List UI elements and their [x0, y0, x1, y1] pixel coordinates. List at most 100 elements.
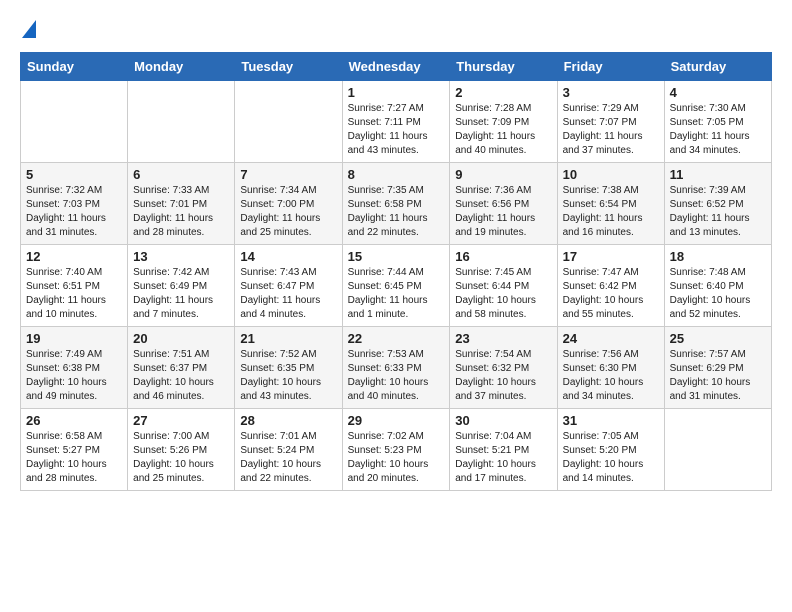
day-number: 22: [348, 331, 445, 346]
week-row-4: 26 Sunrise: 6:58 AM Sunset: 5:27 PM Dayli…: [21, 409, 772, 491]
day-info: Sunrise: 7:48 AM Sunset: 6:40 PM Dayligh…: [670, 266, 766, 322]
weekday-header-tuesday: Tuesday: [235, 53, 342, 81]
day-info: Sunrise: 7:00 AM Sunset: 5:26 PM Dayligh…: [133, 430, 229, 486]
day-number: 16: [455, 249, 551, 264]
day-cell: 11 Sunrise: 7:39 AM Sunset: 6:52 PM Dayli…: [664, 163, 771, 245]
day-info: Sunrise: 7:05 AM Sunset: 5:20 PM Dayligh…: [563, 430, 659, 486]
day-cell: 6Sunrise: 7:33 AM Sunset: 7:01 PM Daylig…: [128, 163, 235, 245]
day-number: 24: [563, 331, 659, 346]
day-cell: 22 Sunrise: 7:53 AM Sunset: 6:33 PM Dayli…: [342, 327, 450, 409]
day-info: Sunrise: 7:39 AM Sunset: 6:52 PM Dayligh…: [670, 184, 766, 240]
day-number: 13: [133, 249, 229, 264]
day-cell: 4 Sunrise: 7:30 AM Sunset: 7:05 PM Daylig…: [664, 81, 771, 163]
day-number: 2: [455, 85, 551, 100]
day-cell: 19Sunrise: 7:49 AM Sunset: 6:38 PM Dayli…: [21, 327, 128, 409]
day-cell: 10 Sunrise: 7:38 AM Sunset: 6:54 PM Dayli…: [557, 163, 664, 245]
day-cell: 28Sunrise: 7:01 AM Sunset: 5:24 PM Dayli…: [235, 409, 342, 491]
day-cell: [21, 81, 128, 163]
day-number: 11: [670, 167, 766, 182]
day-cell: 2Sunrise: 7:28 AM Sunset: 7:09 PM Daylig…: [450, 81, 557, 163]
day-number: 26: [26, 413, 122, 428]
day-info: Sunrise: 7:40 AM Sunset: 6:51 PM Dayligh…: [26, 266, 122, 322]
weekday-header-saturday: Saturday: [664, 53, 771, 81]
day-info: Sunrise: 7:51 AM Sunset: 6:37 PM Dayligh…: [133, 348, 229, 404]
weekday-header-thursday: Thursday: [450, 53, 557, 81]
day-number: 3: [563, 85, 659, 100]
week-row-2: 12 Sunrise: 7:40 AM Sunset: 6:51 PM Dayli…: [21, 245, 772, 327]
day-number: 8: [348, 167, 445, 182]
day-number: 7: [240, 167, 336, 182]
day-number: 12: [26, 249, 122, 264]
weekday-header-wednesday: Wednesday: [342, 53, 450, 81]
week-row-1: 5 Sunrise: 7:32 AM Sunset: 7:03 PM Daylig…: [21, 163, 772, 245]
weekday-header-friday: Friday: [557, 53, 664, 81]
page-header: [20, 20, 772, 36]
day-info: Sunrise: 7:43 AM Sunset: 6:47 PM Dayligh…: [240, 266, 336, 322]
day-cell: 16 Sunrise: 7:45 AM Sunset: 6:44 PM Dayli…: [450, 245, 557, 327]
day-info: Sunrise: 7:52 AM Sunset: 6:35 PM Dayligh…: [240, 348, 336, 404]
day-cell: 1Sunrise: 7:27 AM Sunset: 7:11 PM Daylig…: [342, 81, 450, 163]
weekday-header-row: SundayMondayTuesdayWednesdayThursdayFrid…: [21, 53, 772, 81]
day-cell: 8Sunrise: 7:35 AM Sunset: 6:58 PM Daylig…: [342, 163, 450, 245]
day-info: Sunrise: 7:02 AM Sunset: 5:23 PM Dayligh…: [348, 430, 445, 486]
logo: [20, 20, 36, 36]
week-row-3: 19Sunrise: 7:49 AM Sunset: 6:38 PM Dayli…: [21, 327, 772, 409]
logo-triangle-icon: [22, 20, 36, 38]
day-number: 18: [670, 249, 766, 264]
day-cell: 3 Sunrise: 7:29 AM Sunset: 7:07 PM Daylig…: [557, 81, 664, 163]
day-cell: 5 Sunrise: 7:32 AM Sunset: 7:03 PM Daylig…: [21, 163, 128, 245]
day-cell: 7 Sunrise: 7:34 AM Sunset: 7:00 PM Daylig…: [235, 163, 342, 245]
day-info: Sunrise: 7:34 AM Sunset: 7:00 PM Dayligh…: [240, 184, 336, 240]
day-cell: 25 Sunrise: 7:57 AM Sunset: 6:29 PM Dayli…: [664, 327, 771, 409]
day-cell: 31Sunrise: 7:05 AM Sunset: 5:20 PM Dayli…: [557, 409, 664, 491]
week-row-0: 1Sunrise: 7:27 AM Sunset: 7:11 PM Daylig…: [21, 81, 772, 163]
day-info: Sunrise: 7:42 AM Sunset: 6:49 PM Dayligh…: [133, 266, 229, 322]
day-info: Sunrise: 7:57 AM Sunset: 6:29 PM Dayligh…: [670, 348, 766, 404]
day-info: Sunrise: 7:38 AM Sunset: 6:54 PM Dayligh…: [563, 184, 659, 240]
day-number: 9: [455, 167, 551, 182]
day-cell: 13 Sunrise: 7:42 AM Sunset: 6:49 PM Dayli…: [128, 245, 235, 327]
day-number: 19: [26, 331, 122, 346]
day-number: 4: [670, 85, 766, 100]
day-info: Sunrise: 7:29 AM Sunset: 7:07 PM Dayligh…: [563, 102, 659, 158]
day-number: 1: [348, 85, 445, 100]
day-info: Sunrise: 7:36 AM Sunset: 6:56 PM Dayligh…: [455, 184, 551, 240]
day-number: 21: [240, 331, 336, 346]
day-cell: 12 Sunrise: 7:40 AM Sunset: 6:51 PM Dayli…: [21, 245, 128, 327]
day-info: Sunrise: 7:53 AM Sunset: 6:33 PM Dayligh…: [348, 348, 445, 404]
day-number: 15: [348, 249, 445, 264]
day-cell: 14 Sunrise: 7:43 AM Sunset: 6:47 PM Dayli…: [235, 245, 342, 327]
day-info: Sunrise: 7:45 AM Sunset: 6:44 PM Dayligh…: [455, 266, 551, 322]
day-cell: 27 Sunrise: 7:00 AM Sunset: 5:26 PM Dayli…: [128, 409, 235, 491]
day-number: 27: [133, 413, 229, 428]
day-cell: 29 Sunrise: 7:02 AM Sunset: 5:23 PM Dayli…: [342, 409, 450, 491]
day-cell: 17 Sunrise: 7:47 AM Sunset: 6:42 PM Dayli…: [557, 245, 664, 327]
day-number: 10: [563, 167, 659, 182]
day-number: 29: [348, 413, 445, 428]
day-cell: [664, 409, 771, 491]
day-number: 25: [670, 331, 766, 346]
calendar-table: SundayMondayTuesdayWednesdayThursdayFrid…: [20, 52, 772, 491]
day-number: 14: [240, 249, 336, 264]
weekday-header-sunday: Sunday: [21, 53, 128, 81]
day-number: 28: [240, 413, 336, 428]
day-info: Sunrise: 7:47 AM Sunset: 6:42 PM Dayligh…: [563, 266, 659, 322]
day-cell: 24 Sunrise: 7:56 AM Sunset: 6:30 PM Dayli…: [557, 327, 664, 409]
day-cell: [128, 81, 235, 163]
day-info: Sunrise: 7:56 AM Sunset: 6:30 PM Dayligh…: [563, 348, 659, 404]
day-cell: [235, 81, 342, 163]
day-cell: 23 Sunrise: 7:54 AM Sunset: 6:32 PM Dayli…: [450, 327, 557, 409]
day-number: 20: [133, 331, 229, 346]
day-info: Sunrise: 7:54 AM Sunset: 6:32 PM Dayligh…: [455, 348, 551, 404]
day-info: Sunrise: 7:44 AM Sunset: 6:45 PM Dayligh…: [348, 266, 445, 322]
day-number: 5: [26, 167, 122, 182]
day-number: 30: [455, 413, 551, 428]
day-number: 17: [563, 249, 659, 264]
day-info: Sunrise: 6:58 AM Sunset: 5:27 PM Dayligh…: [26, 430, 122, 486]
day-cell: 15 Sunrise: 7:44 AM Sunset: 6:45 PM Dayli…: [342, 245, 450, 327]
day-cell: 21 Sunrise: 7:52 AM Sunset: 6:35 PM Dayli…: [235, 327, 342, 409]
day-info: Sunrise: 7:30 AM Sunset: 7:05 PM Dayligh…: [670, 102, 766, 158]
day-number: 23: [455, 331, 551, 346]
day-info: Sunrise: 7:32 AM Sunset: 7:03 PM Dayligh…: [26, 184, 122, 240]
weekday-header-monday: Monday: [128, 53, 235, 81]
